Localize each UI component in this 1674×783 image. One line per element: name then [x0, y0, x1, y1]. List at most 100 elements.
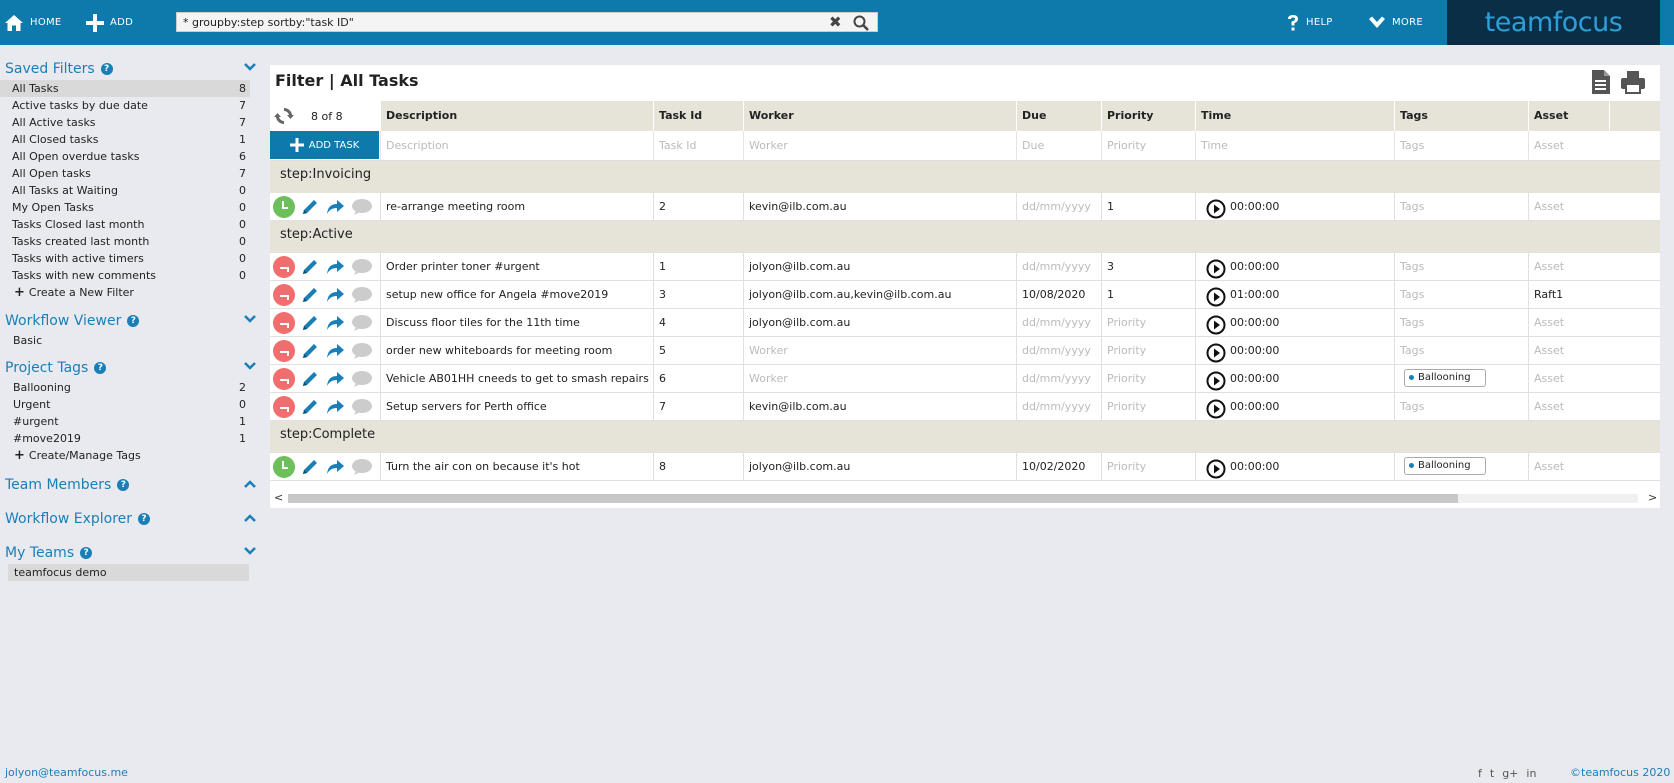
- status-open-icon[interactable]: [273, 284, 295, 306]
- document-icon[interactable]: [1590, 69, 1612, 95]
- saved-filters-header[interactable]: Saved Filters ?: [0, 58, 262, 80]
- scroll-left-icon[interactable]: <: [274, 491, 283, 504]
- col-description-header[interactable]: Description: [380, 101, 653, 131]
- project-tag-item[interactable]: #urgent 1: [0, 413, 250, 430]
- chevron-up-icon[interactable]: [244, 513, 256, 522]
- table-row[interactable]: re-arrange meeting room 2 kevin@ilb.com.au…: [270, 193, 1660, 221]
- horizontal-scrollbar[interactable]: < >: [270, 491, 1660, 506]
- help-icon[interactable]: ?: [138, 513, 151, 525]
- play-timer-icon[interactable]: [1206, 399, 1226, 419]
- workflow-explorer-header[interactable]: Workflow Explorer ?: [0, 508, 262, 530]
- cell-asset[interactable]: Asset: [1528, 337, 1609, 365]
- forward-arrow-icon[interactable]: [325, 198, 345, 216]
- cell-description[interactable]: re-arrange meeting room: [380, 193, 653, 221]
- print-icon[interactable]: [1620, 69, 1646, 95]
- comment-icon[interactable]: [351, 342, 373, 360]
- cell-time[interactable]: 00:00:00: [1195, 253, 1394, 281]
- search-input[interactable]: [177, 13, 817, 31]
- cell-due[interactable]: dd/mm/yyyy: [1016, 309, 1101, 337]
- col-due-header[interactable]: Due: [1016, 101, 1101, 131]
- cell-time[interactable]: 00:00:00: [1195, 309, 1394, 337]
- manage-tags-link[interactable]: + Create/Manage Tags: [0, 447, 262, 465]
- my-teams-header[interactable]: My Teams ?: [0, 542, 262, 564]
- cell-task-id[interactable]: 6: [653, 365, 743, 393]
- project-tag-item[interactable]: Ballooning 2: [0, 379, 250, 396]
- comment-icon[interactable]: [351, 370, 373, 388]
- col-worker-header[interactable]: Worker: [743, 101, 1016, 131]
- cell-tags[interactable]: Ballooning: [1394, 365, 1528, 393]
- cell-task-id[interactable]: 5: [653, 337, 743, 365]
- cell-priority[interactable]: Priority: [1101, 393, 1195, 421]
- saved-filter-item[interactable]: Tasks with active timers 0: [0, 250, 250, 267]
- cell-description[interactable]: Turn the air con on because it's hot: [380, 453, 653, 481]
- edit-pencil-icon[interactable]: [301, 342, 319, 360]
- forward-arrow-icon[interactable]: [325, 370, 345, 388]
- forward-arrow-icon[interactable]: [325, 314, 345, 332]
- table-row[interactable]: Discuss floor tiles for the 11th time 4 jo…: [270, 309, 1660, 337]
- add-task-button[interactable]: ADD TASK: [270, 131, 379, 159]
- saved-filter-item[interactable]: Active tasks by due date 7: [0, 97, 250, 114]
- saved-filter-item[interactable]: All Tasks 8: [0, 80, 250, 97]
- cell-priority[interactable]: 1: [1101, 193, 1195, 221]
- facebook-icon[interactable]: f: [1478, 767, 1482, 780]
- cell-time[interactable]: 00:00:00: [1195, 337, 1394, 365]
- saved-filter-item[interactable]: Tasks Closed last month 0: [0, 216, 250, 233]
- scroll-right-icon[interactable]: >: [1648, 491, 1657, 504]
- project-tag-item[interactable]: #move2019 1: [0, 430, 250, 447]
- cell-due[interactable]: 10/02/2020: [1016, 453, 1101, 481]
- comment-icon[interactable]: [351, 258, 373, 276]
- forward-arrow-icon[interactable]: [325, 398, 345, 416]
- more-button[interactable]: MORE: [1368, 0, 1423, 45]
- comment-icon[interactable]: [351, 314, 373, 332]
- comment-icon[interactable]: [351, 398, 373, 416]
- saved-filter-item[interactable]: Tasks created last month 0: [0, 233, 250, 250]
- saved-filter-item[interactable]: All Closed tasks 1: [0, 131, 250, 148]
- cell-tags[interactable]: Tags: [1394, 281, 1528, 309]
- cell-description[interactable]: Order printer toner #urgent: [380, 253, 653, 281]
- cell-worker[interactable]: jolyon@ilb.com.au: [743, 253, 1016, 281]
- cell-tags[interactable]: Ballooning: [1394, 453, 1528, 481]
- comment-icon[interactable]: [351, 458, 373, 476]
- filter-description-input[interactable]: Description: [380, 131, 653, 161]
- cell-task-id[interactable]: 4: [653, 309, 743, 337]
- cell-time[interactable]: 00:00:00: [1195, 365, 1394, 393]
- edit-pencil-icon[interactable]: [301, 370, 319, 388]
- filter-task-id-input[interactable]: Task Id: [653, 131, 743, 161]
- cell-time[interactable]: 01:00:00: [1195, 281, 1394, 309]
- play-timer-icon[interactable]: [1206, 371, 1226, 391]
- play-timer-icon[interactable]: [1206, 199, 1226, 219]
- help-icon[interactable]: ?: [117, 479, 130, 491]
- cell-due[interactable]: 10/08/2020: [1016, 281, 1101, 309]
- cell-due[interactable]: dd/mm/yyyy: [1016, 393, 1101, 421]
- linkedin-icon[interactable]: in: [1526, 767, 1536, 780]
- cell-asset[interactable]: Asset: [1528, 365, 1609, 393]
- cell-task-id[interactable]: 8: [653, 453, 743, 481]
- workflow-viewer-header[interactable]: Workflow Viewer ?: [0, 310, 262, 332]
- comment-icon[interactable]: [351, 198, 373, 216]
- status-closed-icon[interactable]: [273, 196, 295, 218]
- cell-asset[interactable]: Asset: [1528, 253, 1609, 281]
- cell-worker[interactable]: kevin@ilb.com.au: [743, 193, 1016, 221]
- saved-filter-item[interactable]: All Open overdue tasks 6: [0, 148, 250, 165]
- clear-search-icon[interactable]: ✖: [829, 13, 842, 31]
- cell-tags[interactable]: Tags: [1394, 253, 1528, 281]
- help-icon[interactable]: ?: [100, 63, 113, 75]
- play-timer-icon[interactable]: [1206, 315, 1226, 335]
- filter-time-input[interactable]: Time: [1195, 131, 1394, 161]
- saved-filter-item[interactable]: All Active tasks 7: [0, 114, 250, 131]
- play-timer-icon[interactable]: [1206, 287, 1226, 307]
- help-icon[interactable]: ?: [127, 315, 140, 327]
- table-row[interactable]: Order printer toner #urgent 1 jolyon@ilb.c…: [270, 253, 1660, 281]
- filter-priority-input[interactable]: Priority: [1101, 131, 1195, 161]
- cell-task-id[interactable]: 1: [653, 253, 743, 281]
- tag-chip[interactable]: Ballooning: [1404, 369, 1486, 387]
- google-plus-icon[interactable]: g+: [1502, 767, 1518, 780]
- cell-task-id[interactable]: 7: [653, 393, 743, 421]
- tag-chip[interactable]: Ballooning: [1404, 457, 1486, 475]
- saved-filter-item[interactable]: All Open tasks 7: [0, 165, 250, 182]
- edit-pencil-icon[interactable]: [301, 314, 319, 332]
- help-button[interactable]: HELP: [1286, 0, 1333, 45]
- help-icon[interactable]: ?: [80, 547, 93, 559]
- edit-pencil-icon[interactable]: [301, 458, 319, 476]
- cell-asset[interactable]: Asset: [1528, 193, 1609, 221]
